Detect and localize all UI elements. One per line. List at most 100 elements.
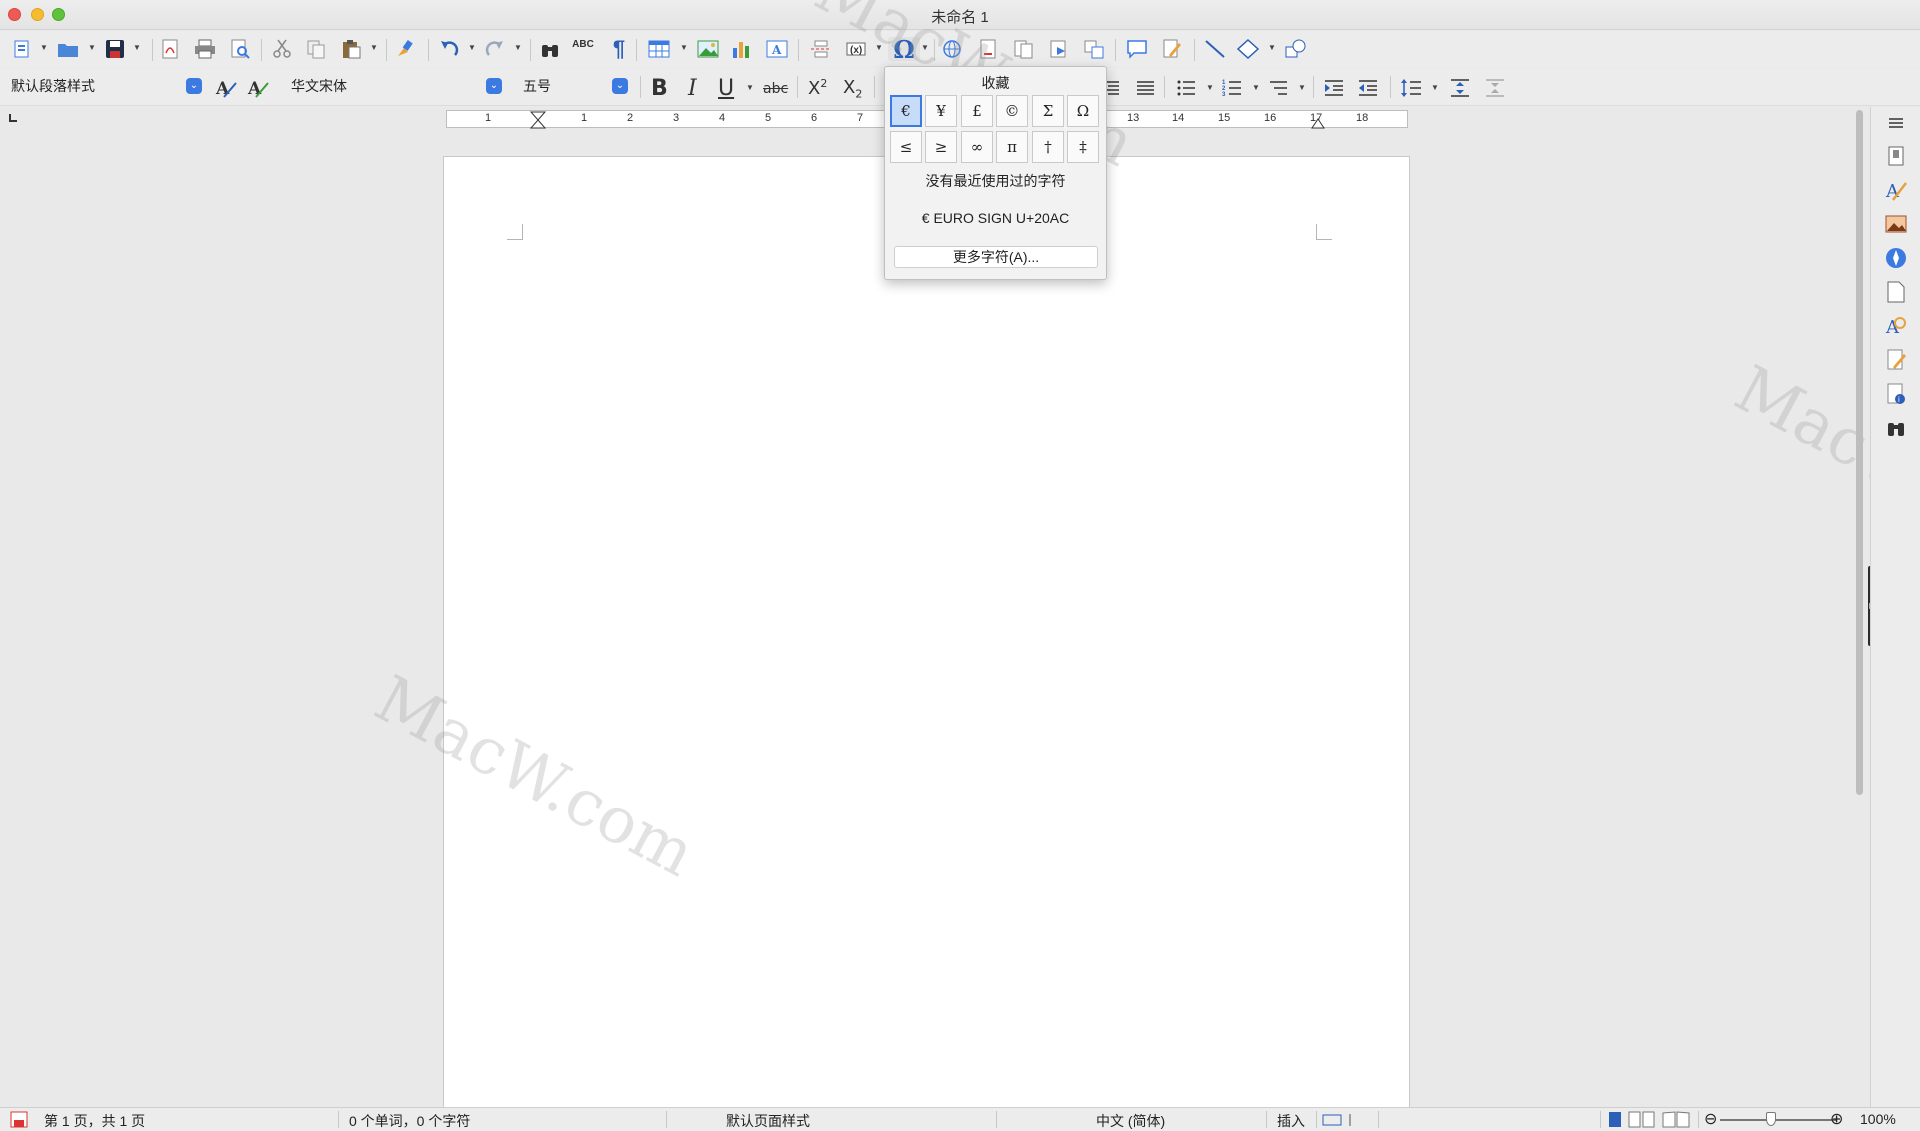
selection-mode-icon[interactable] — [1322, 1112, 1362, 1128]
special-character-icon[interactable]: Ω — [888, 35, 920, 64]
font-size-combo[interactable]: 五号 ⌄ — [518, 76, 630, 98]
navigator-icon[interactable] — [1885, 247, 1907, 269]
insert-chart-icon[interactable] — [730, 37, 754, 61]
strikethrough-button[interactable]: abc — [763, 81, 788, 97]
cut-icon[interactable] — [270, 37, 294, 61]
properties-icon[interactable] — [1885, 145, 1907, 167]
outline-list-icon[interactable] — [1266, 76, 1290, 100]
find-icon[interactable] — [1885, 417, 1907, 439]
font-size-dropdown-icon[interactable]: ⌄ — [612, 78, 628, 94]
zoom-out-icon[interactable]: ⊖ — [1704, 1109, 1717, 1129]
superscript-button[interactable]: X2 — [808, 77, 827, 99]
paste-icon[interactable] — [339, 37, 363, 61]
clone-formatting-icon[interactable] — [393, 37, 417, 61]
tab-stop-selector[interactable] — [9, 114, 17, 122]
subscript-button[interactable]: X2 — [843, 77, 862, 101]
field-dropdown-icon[interactable]: ▼ — [875, 43, 883, 52]
increase-indent-icon[interactable] — [1322, 76, 1346, 100]
print-icon[interactable] — [193, 37, 217, 61]
increase-paragraph-spacing-icon[interactable] — [1448, 76, 1472, 100]
insert-page-break-icon[interactable] — [809, 37, 833, 61]
char-cell[interactable]: † — [1032, 131, 1064, 163]
special-character-dropdown-icon[interactable]: ▼ — [921, 43, 929, 52]
char-cell[interactable]: £ — [961, 95, 993, 127]
char-cell[interactable]: € — [890, 95, 922, 127]
char-cell[interactable]: ∞ — [961, 131, 993, 163]
right-indent-marker[interactable] — [1311, 118, 1325, 129]
char-cell[interactable]: Ω — [1067, 95, 1099, 127]
formatting-marks-icon[interactable]: ¶ — [607, 36, 631, 61]
font-name-dropdown-icon[interactable]: ⌄ — [486, 78, 502, 94]
paragraph-style-dropdown-icon[interactable]: ⌄ — [186, 78, 202, 94]
spellcheck-button[interactable]: ABC — [571, 37, 595, 61]
document-modified-icon[interactable] — [10, 1111, 28, 1128]
design-icon[interactable]: i — [1885, 383, 1907, 405]
line-spacing-icon[interactable] — [1399, 76, 1423, 100]
multi-page-view-icon[interactable] — [1628, 1111, 1656, 1128]
underline-dropdown-icon[interactable]: ▼ — [746, 83, 754, 92]
redo-dropdown-icon[interactable]: ▼ — [514, 43, 522, 52]
outline-list-dropdown-icon[interactable]: ▼ — [1298, 83, 1306, 92]
insert-comment-icon[interactable] — [1125, 37, 1149, 61]
page-style[interactable]: 默认页面样式 — [726, 1111, 810, 1131]
print-preview-icon[interactable] — [228, 37, 252, 61]
page-icon[interactable] — [1885, 281, 1907, 303]
insert-image-icon[interactable] — [696, 37, 720, 61]
scrollbar-thumb[interactable] — [1856, 110, 1863, 795]
manage-changes-icon[interactable] — [1885, 349, 1907, 371]
italic-button[interactable]: I — [688, 76, 697, 101]
find-replace-icon[interactable] — [538, 37, 562, 61]
ordered-list-icon[interactable]: 123 — [1220, 76, 1244, 100]
insert-field-icon[interactable]: (x) — [844, 37, 868, 61]
insert-hyperlink-icon[interactable] — [941, 37, 965, 61]
char-cell[interactable]: Σ — [1032, 95, 1064, 127]
new-style-icon[interactable]: A — [246, 76, 270, 100]
paste-dropdown-icon[interactable]: ▼ — [370, 43, 378, 52]
style-inspector-icon[interactable]: A — [1885, 315, 1907, 337]
insert-bookmark-icon[interactable] — [1047, 37, 1071, 61]
update-style-icon[interactable]: A — [214, 76, 238, 100]
new-document-icon[interactable] — [10, 37, 34, 61]
draw-functions-icon[interactable] — [1284, 37, 1308, 61]
more-characters-button[interactable]: 更多字符(A)... — [894, 246, 1098, 268]
unordered-list-dropdown-icon[interactable]: ▼ — [1206, 83, 1214, 92]
gallery-icon[interactable] — [1885, 213, 1907, 235]
track-changes-icon[interactable] — [1160, 37, 1184, 61]
char-cell[interactable]: ¥ — [925, 95, 957, 127]
char-cell[interactable]: ‡ — [1067, 131, 1099, 163]
vertical-scrollbar[interactable] — [1855, 107, 1865, 1107]
new-dropdown-icon[interactable]: ▼ — [40, 43, 48, 52]
insert-mode[interactable]: 插入 — [1277, 1111, 1305, 1131]
open-dropdown-icon[interactable]: ▼ — [88, 43, 96, 52]
insert-textbox-icon[interactable]: A — [765, 37, 789, 61]
insert-cross-reference-icon[interactable] — [1082, 37, 1106, 61]
save-icon[interactable] — [103, 37, 127, 61]
insert-endnote-icon[interactable] — [1012, 37, 1036, 61]
font-name-combo[interactable]: 华文宋体 ⌄ — [286, 76, 504, 98]
document-page[interactable] — [443, 156, 1410, 1116]
copy-icon[interactable] — [304, 37, 328, 61]
char-cell[interactable]: ≤ — [890, 131, 922, 163]
undo-icon[interactable] — [437, 37, 461, 61]
line-spacing-dropdown-icon[interactable]: ▼ — [1431, 83, 1439, 92]
open-folder-icon[interactable] — [56, 37, 80, 61]
insert-table-icon[interactable] — [647, 37, 671, 61]
word-count[interactable]: 0 个单词，0 个字符 — [349, 1111, 470, 1131]
bold-button[interactable]: B — [651, 76, 668, 101]
char-cell[interactable]: π — [996, 131, 1028, 163]
insert-line-icon[interactable] — [1203, 37, 1227, 61]
unordered-list-icon[interactable] — [1174, 76, 1198, 100]
table-dropdown-icon[interactable]: ▼ — [680, 43, 688, 52]
paragraph-style-combo[interactable]: 默认段落样式 ⌄ — [6, 76, 204, 98]
language[interactable]: 中文 (简体) — [1096, 1111, 1165, 1131]
decrease-indent-icon[interactable] — [1356, 76, 1380, 100]
zoom-level[interactable]: 100% — [1860, 1111, 1896, 1127]
zoom-in-icon[interactable]: ⊕ — [1830, 1109, 1843, 1129]
left-indent-marker[interactable] — [530, 111, 546, 129]
redo-icon[interactable] — [483, 37, 507, 61]
undo-dropdown-icon[interactable]: ▼ — [468, 43, 476, 52]
export-pdf-icon[interactable] — [158, 37, 182, 61]
page-info[interactable]: 第 1 页，共 1 页 — [44, 1111, 145, 1131]
zoom-slider[interactable] — [1720, 1119, 1836, 1121]
decrease-paragraph-spacing-icon[interactable] — [1483, 76, 1507, 100]
